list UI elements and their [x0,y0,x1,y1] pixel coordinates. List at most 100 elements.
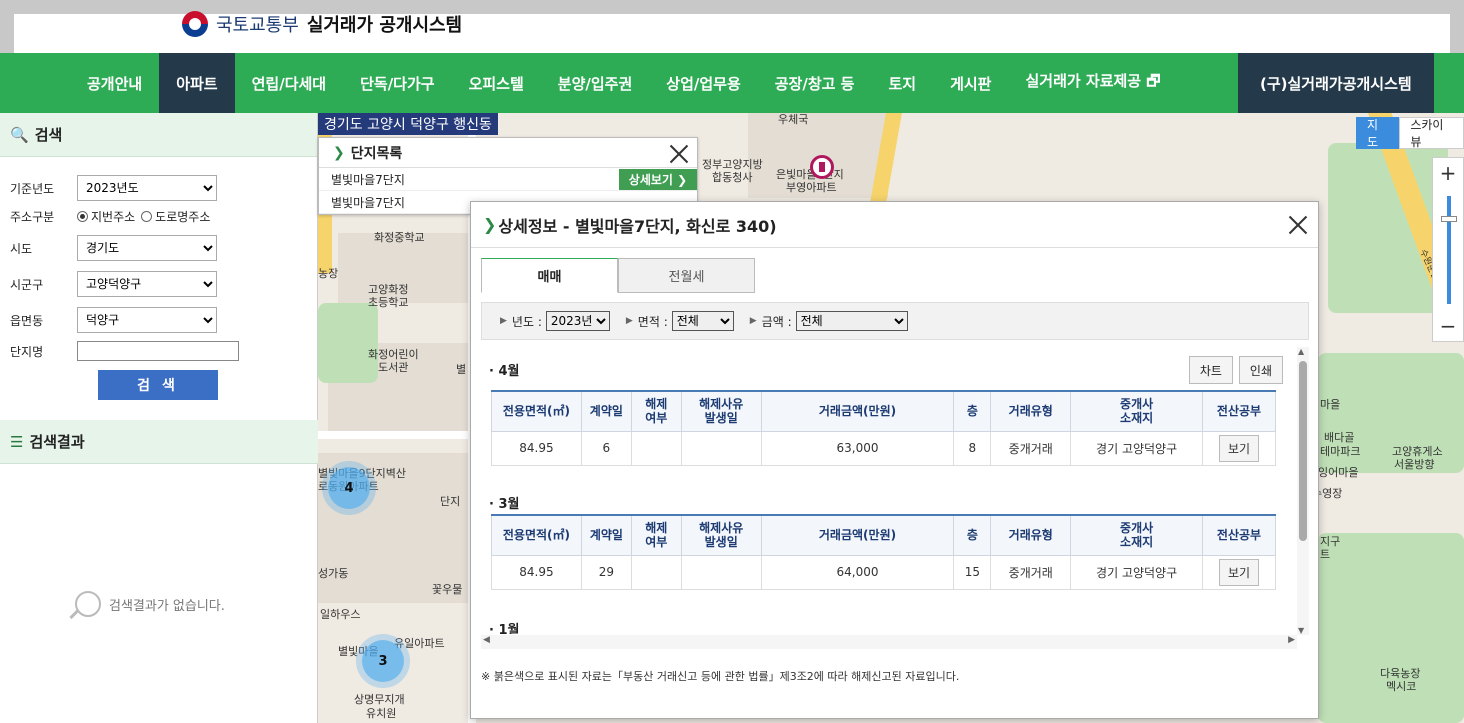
complex-name-input[interactable] [77,341,239,361]
complex-list-header: ❯ 단지목록 [319,138,697,168]
results-empty-text: 검색결과가 없습니다. [109,598,225,614]
search-panel: 🔍 검색 기준년도 2023년도 주소구분 지번주소 도로명주소 시도 경기도 … [0,113,318,723]
complex-list-title: 단지목록 [350,145,403,162]
triangle-right-icon: ▶ [500,316,507,326]
chevron-right-icon: ❯ [483,215,497,234]
filter-bar: ▶ 년도 : 2023년 ▶ 면적 : 전체 ▶ 금액 : 전체 [481,302,1309,340]
map-label: 마을 [1320,398,1341,411]
map-park [318,303,378,383]
view-button[interactable]: 보기 [1218,434,1260,462]
filter-area-select[interactable]: 전체 [671,311,734,331]
print-button[interactable]: 인쇄 [1238,356,1283,384]
nav-item-officetel[interactable]: 오피스텔 [452,53,541,113]
dong-label: 읍면동 [10,313,44,328]
map-label: 잉어마을 [1318,466,1359,479]
map-cluster[interactable]: 4 [328,467,370,509]
nav-item-land[interactable]: 토지 [871,53,933,113]
detail-view-button[interactable]: 상세보기 ❯ [619,169,697,190]
search-icon: 🔍 [10,125,29,144]
sigungu-select[interactable]: 고양덕양구 [77,271,217,297]
nav-item-presale[interactable]: 분양/입주권 [541,53,649,113]
complex-name-label: 단지명 [10,344,44,359]
close-icon[interactable] [1288,215,1308,235]
cell-area: 84.95 [491,430,582,466]
scrollbar-thumb[interactable] [1299,361,1307,541]
map-label: 초등학교 [368,296,409,309]
apartment-marker-icon[interactable] [810,155,834,179]
table-header-row: 전용면적(㎡) 계약일 해제 여부 해제사유 발생일 거래금액(만원) 층 거래유형… [491,390,1276,432]
close-icon[interactable] [669,144,689,164]
trade-tabs: 매매 전월세 [481,258,755,293]
cell-area: 84.95 [491,554,582,590]
nav-item-board[interactable]: 게시판 [933,53,1008,113]
search-button[interactable]: 검 색 [98,370,218,400]
col-cancel: 해제 여부 [630,390,682,432]
map-address-badge: 경기도 고양시 덕양구 행신동 [318,113,498,135]
list-item[interactable]: 별빛마을7단지 상세보기 ❯ [319,168,697,191]
view-button[interactable]: 보기 [1218,558,1260,586]
system-name: 실거래가 공개시스템 [306,15,463,36]
cell-price: 63,000 [760,430,955,466]
map-type-skyview-button[interactable]: 스카이뷰 [1399,117,1464,149]
sigungu-label: 시군구 [10,277,44,292]
cell-cancel-date [680,430,762,466]
address-type-radio-road[interactable]: 도로명주소 [141,208,210,225]
top-header: 국토교통부 실거래가 공개시스템 [14,11,1450,53]
col-cancel-date: 해제사유 발생일 [680,390,762,432]
map-label: 일하우스 [320,608,361,621]
search-title: 검색 [34,126,63,144]
year-select[interactable]: 2023년도 [77,175,217,201]
nav-item-factory[interactable]: 공장/창고 등 [758,53,872,113]
cell-registry: 보기 [1202,430,1276,466]
cell-floor: 8 [953,430,992,466]
zoom-slider-track[interactable] [1447,196,1451,304]
nav-item-data[interactable]: 실거래가 자료제공 🗗 [1008,53,1177,113]
chevron-right-icon: ❯ [333,144,345,161]
map-label: 농장 [318,267,339,280]
month-heading: · 4월 [489,364,520,379]
col-area: 전용면적(㎡) [491,390,582,432]
filter-year-select[interactable]: 2023년 [545,311,610,331]
map-label: 트 [1320,548,1331,561]
scroll-right-icon[interactable]: ▶ [1288,635,1295,645]
map-label: 성가동 [318,567,349,580]
results-section-header: ☰ 검색결과 [0,420,318,464]
zoom-control: + − [1432,157,1464,342]
col-contract-day: 계약일 [580,390,632,432]
nav-item-rowhouse[interactable]: 연립/다세대 [235,53,343,113]
nav-item-guide[interactable]: 공개안내 [70,53,159,113]
map-label: 유일아파트 [394,637,445,650]
zoom-in-button[interactable]: + [1433,158,1463,188]
horizontal-scrollbar[interactable]: ◀ ▶ [481,635,1297,649]
deal-list[interactable]: · 4월 차트 인쇄 전용면적(㎡) 계약일 해제 여부 해제사유 발생일 거래금액… [481,352,1297,634]
zoom-slider-handle[interactable] [1441,216,1457,222]
col-area: 전용면적(㎡) [491,514,582,556]
col-floor: 층 [953,390,992,432]
scroll-left-icon[interactable]: ◀ [483,635,490,645]
tab-sale[interactable]: 매매 [481,258,618,293]
map-label: 서울방향 [1394,458,1435,471]
filter-price-select[interactable]: 전체 [795,311,908,331]
address-type-radio-lot[interactable]: 지번주소 [77,208,135,225]
nav-item-detached[interactable]: 단독/다가구 [343,53,451,113]
tab-rent[interactable]: 전월세 [618,258,755,293]
vertical-scrollbar[interactable]: ▲ ▼ [1297,347,1309,635]
col-cancel: 해제 여부 [630,514,682,556]
map-type-map-button[interactable]: 지도 [1356,117,1400,149]
map-label: 별 [456,363,467,376]
dong-select[interactable]: 덕양구 [77,307,217,333]
ministry-name: 국토교통부 [216,15,299,36]
scroll-down-icon[interactable]: ▼ [1298,626,1304,635]
col-deal-type: 거래유형 [990,390,1072,432]
nav-item-apartment[interactable]: 아파트 [159,53,235,113]
detail-title: 상세정보 - 별빛마을7단지, 화신로 340) [498,216,777,236]
nav-item-commercial[interactable]: 상업/업무용 [649,53,757,113]
chart-button[interactable]: 차트 [1188,356,1233,384]
nav-item-old-system[interactable]: (구)실거래가공개시스템 [1238,53,1434,113]
sido-select[interactable]: 경기도 [77,235,217,261]
zoom-out-button[interactable]: − [1433,311,1463,341]
site-logo[interactable]: 국토교통부 실거래가 공개시스템 [182,9,462,39]
map-cluster[interactable]: 3 [362,640,404,682]
scroll-up-icon[interactable]: ▲ [1298,347,1304,356]
map-label: 꽃우물 [432,583,463,596]
